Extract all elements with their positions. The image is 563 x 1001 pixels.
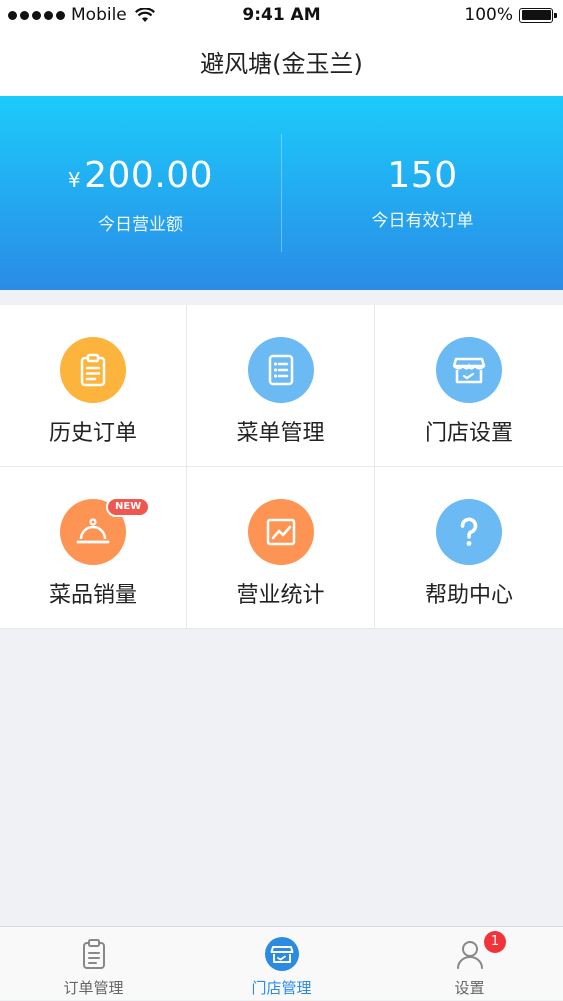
status-bar: Mobile 9:41 AM 100% bbox=[0, 0, 563, 32]
orders-label: 今日有效订单 bbox=[371, 211, 474, 231]
new-badge: NEW bbox=[106, 497, 151, 517]
clipboard-icon bbox=[60, 337, 126, 403]
store-settings-button[interactable]: 门店设置 bbox=[375, 305, 563, 467]
tab-store-management-label: 门店管理 bbox=[251, 979, 312, 997]
help-center-label: 帮助中心 bbox=[424, 583, 513, 608]
tab-store-management[interactable]: 门店管理 bbox=[188, 927, 375, 1001]
page-title: 避风塘(金玉兰) bbox=[200, 50, 363, 78]
menu-management-button[interactable]: 菜单管理 bbox=[187, 305, 375, 467]
tab-order-management-label: 订单管理 bbox=[63, 979, 124, 997]
history-orders-label: 历史订单 bbox=[48, 421, 137, 446]
storefront-icon bbox=[436, 337, 502, 403]
battery-icon bbox=[519, 7, 557, 23]
menu-management-label: 菜单管理 bbox=[236, 421, 325, 446]
orders-stat: 150 今日有效订单 bbox=[282, 154, 563, 231]
storefront-icon bbox=[264, 937, 299, 971]
clipboard-icon bbox=[77, 937, 111, 971]
revenue-value: ¥200.00 bbox=[0, 154, 281, 202]
store-settings-label: 门店设置 bbox=[424, 421, 513, 446]
question-icon bbox=[436, 499, 502, 565]
tab-bar: 订单管理 门店管理 1 设置 bbox=[0, 926, 563, 1000]
chart-icon bbox=[247, 499, 314, 565]
currency-symbol: ¥ bbox=[67, 168, 82, 192]
notification-badge: 1 bbox=[484, 931, 506, 953]
status-right: 100% bbox=[464, 5, 557, 25]
help-center-button[interactable]: 帮助中心 bbox=[375, 467, 563, 629]
user-icon bbox=[453, 937, 487, 971]
revenue-amount: 200.00 bbox=[84, 155, 214, 196]
nav-bar: 避风塘(金玉兰) bbox=[0, 32, 563, 96]
dish-sales-button[interactable]: NEW 菜品销量 bbox=[0, 467, 187, 629]
checklist-icon bbox=[247, 337, 314, 403]
tab-order-management[interactable]: 订单管理 bbox=[0, 927, 187, 1001]
history-orders-button[interactable]: 历史订单 bbox=[0, 305, 187, 467]
revenue-label: 今日营业额 bbox=[98, 215, 183, 235]
revenue-stat: ¥200.00 今日营业额 bbox=[0, 154, 281, 235]
battery-percent: 100% bbox=[464, 5, 513, 25]
dish-sales-label: 菜品销量 bbox=[48, 583, 137, 608]
summary-banner: ¥200.00 今日营业额 150 今日有效订单 bbox=[0, 96, 563, 290]
business-stats-button[interactable]: 营业统计 bbox=[187, 467, 375, 629]
tab-settings-label: 设置 bbox=[454, 979, 485, 997]
business-stats-label: 营业统计 bbox=[236, 583, 325, 608]
function-grid: 历史订单 菜单管理 门店设置 NEW 菜品销量 营业统计 帮助中心 bbox=[0, 305, 563, 629]
orders-value: 150 bbox=[387, 155, 458, 196]
tab-settings[interactable]: 1 设置 bbox=[376, 927, 563, 1001]
